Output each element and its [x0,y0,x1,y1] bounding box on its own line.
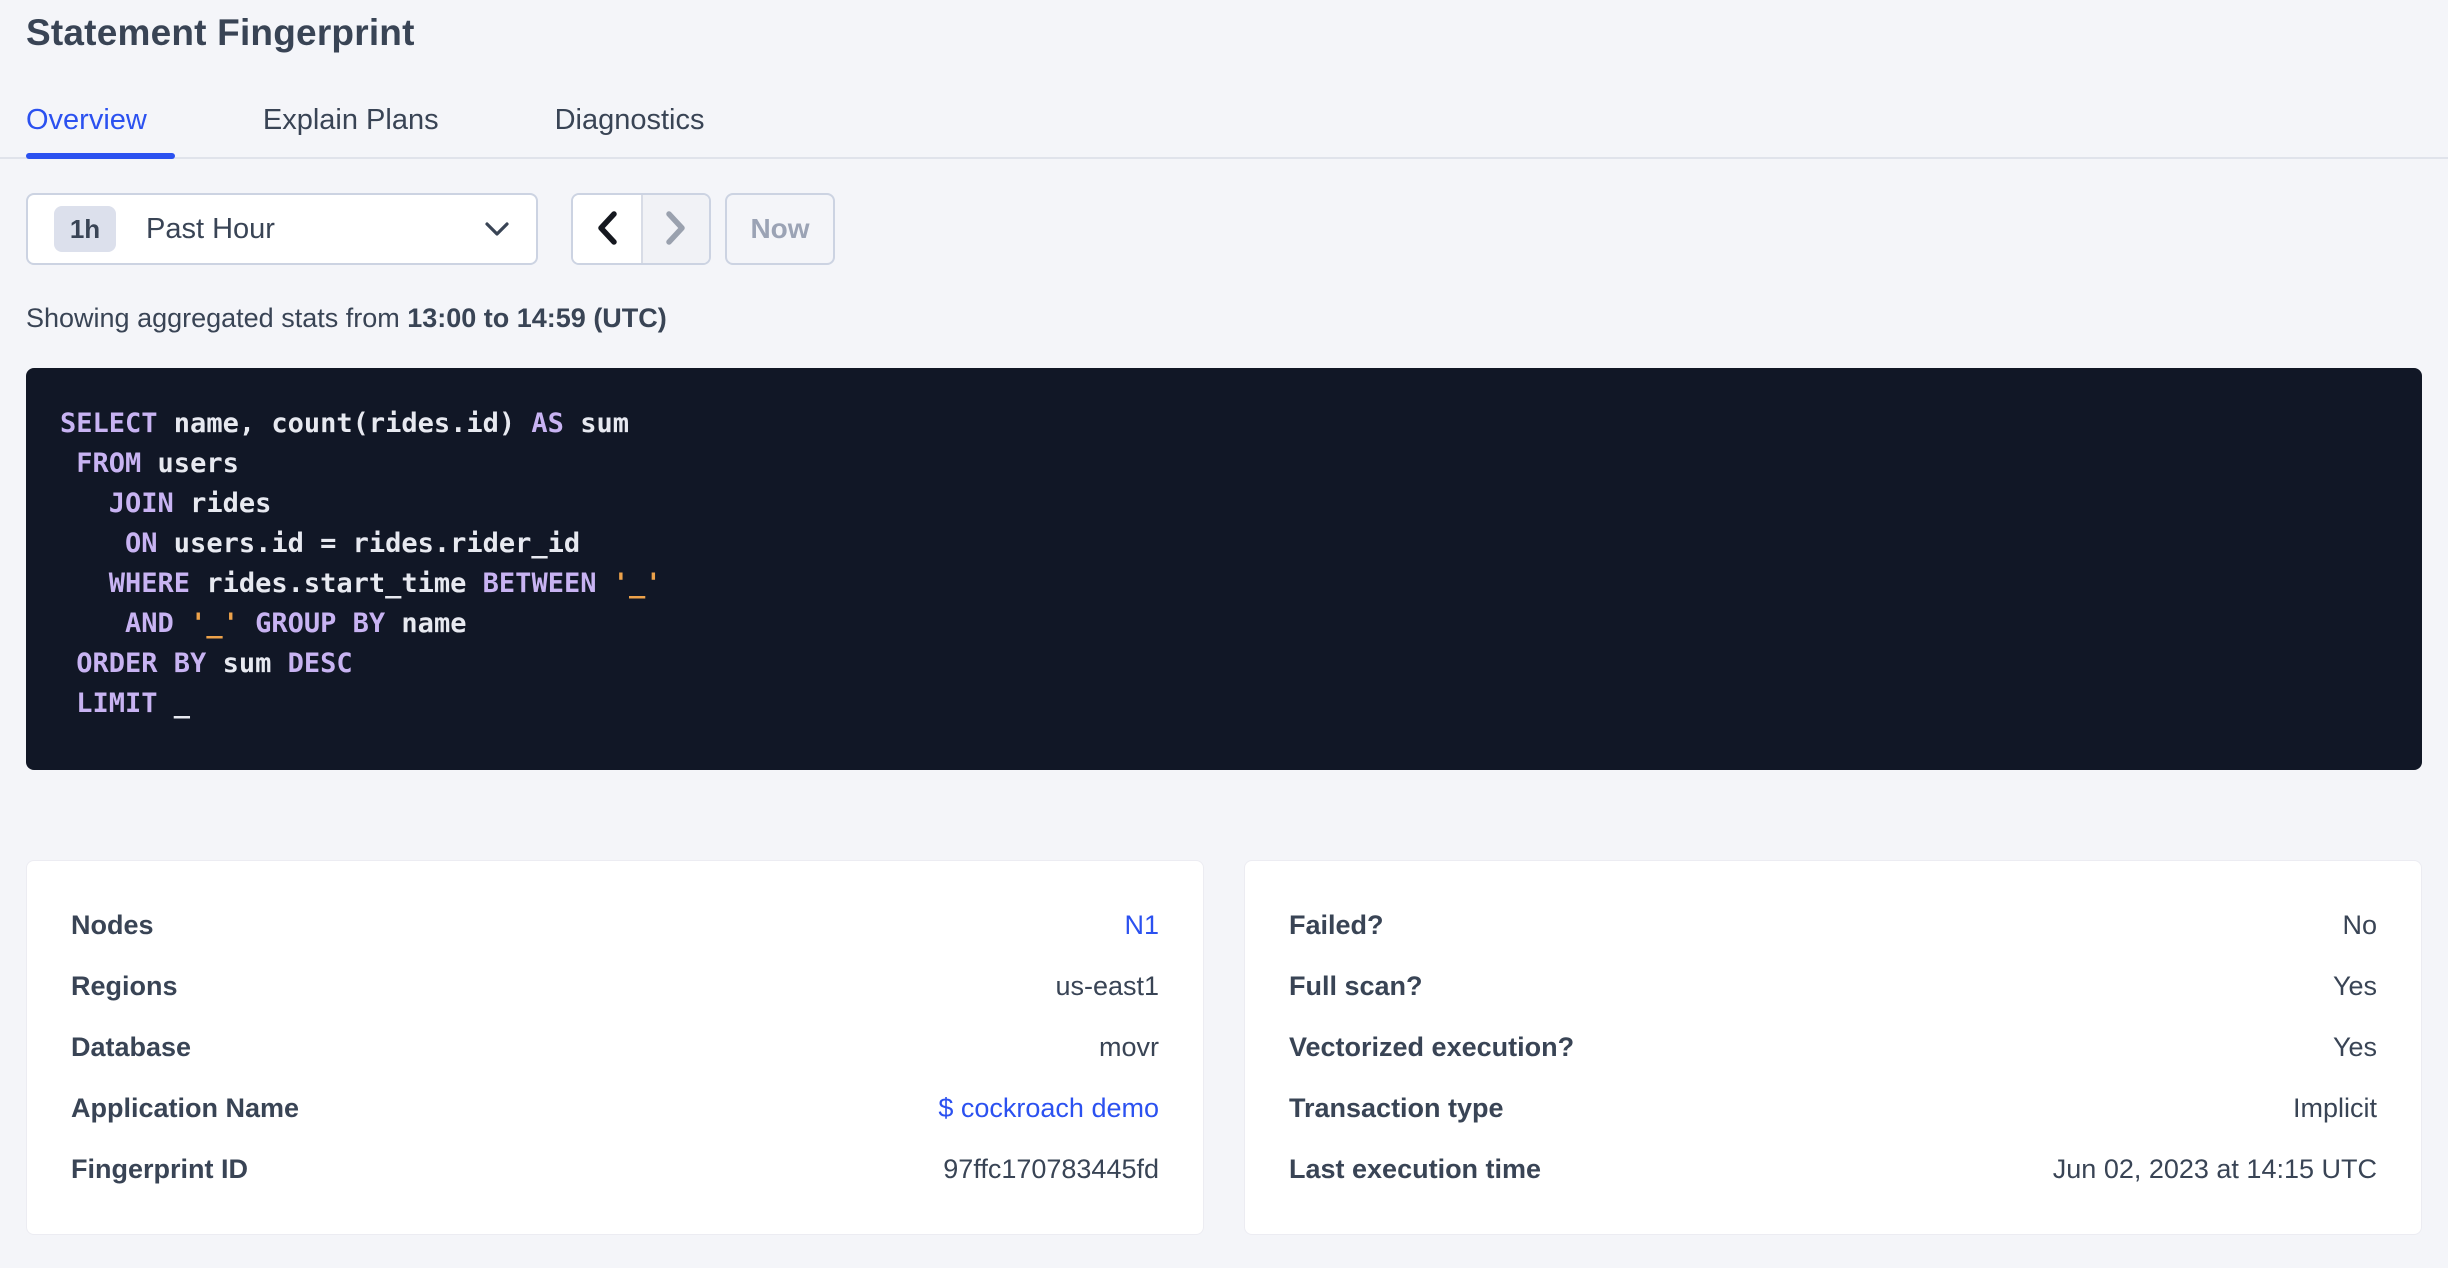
sql-keyword: AND [125,608,174,639]
sql-keyword: ORDER BY [76,648,207,679]
tab-diagnostics[interactable]: Diagnostics [555,104,733,157]
sql-keyword: AS [531,408,564,439]
detail-cards: Nodes N1 Regions us-east1 Database movr Applic… [26,860,2422,1235]
stat-value: us-east1 [1055,971,1159,1001]
sql-text: rides.start_time [190,568,483,599]
sql-text: sum [206,648,288,679]
stat-label: Vectorized execution? [1289,1032,1575,1062]
time-range-label: Past Hour [146,212,275,245]
stat-label: Failed? [1289,910,1384,940]
sql-line: FROM users [60,444,2388,484]
sql-text: users.id = rides.rider_id [157,528,581,559]
stat-value: movr [1099,1032,1159,1062]
sql-line: JOIN rides [60,484,2388,524]
sql-text: name [385,608,467,639]
sql-statement-box: SELECT name, count(rides.id) AS sum FROM… [26,368,2422,770]
stat-value: No [2342,910,2377,940]
stat-label: Transaction type [1289,1093,1504,1123]
sql-text: rides [173,488,272,519]
now-button[interactable]: Now [725,193,835,265]
aggregation-summary: Showing aggregated stats from 13:00 to 1… [26,303,2422,334]
stat-row: Transaction type Implicit [1289,1078,2377,1139]
stat-row: Vectorized execution? Yes [1289,1017,2377,1078]
stat-row: Fingerprint ID 97ffc170783445fd [71,1139,1159,1200]
aggregation-summary-range: 13:00 to 14:59 (UTC) [407,303,667,333]
sql-keyword: FROM [76,448,142,479]
sql-keyword: GROUP BY [255,608,386,639]
sql-keyword: ON [125,528,158,559]
sql-line: LIMIT _ [60,684,2388,724]
sql-keyword: JOIN [108,488,174,519]
stat-value: Yes [2332,1032,2377,1062]
chevron-left-icon [594,209,620,250]
stat-label: Last execution time [1289,1154,1542,1184]
chevron-down-icon [484,221,510,237]
stat-row: Regions us-east1 [71,956,1159,1017]
sql-text: name, count(rides.id) [157,408,532,439]
sql-line: ON users.id = rides.rider_id [60,524,2388,564]
tab-bar: Overview Explain Plans Diagnostics [0,104,2448,159]
stat-label: Regions [71,971,178,1001]
next-time-button[interactable] [641,195,709,263]
stat-value-link[interactable]: $ cockroach demo [938,1093,1159,1124]
time-picker-toolbar: 1h Past Hour Now [26,193,2422,265]
stat-label: Database [71,1032,192,1062]
prev-time-button[interactable] [573,195,641,263]
aggregation-summary-prefix: Showing aggregated stats from [26,303,408,333]
sql-keyword: BETWEEN [482,568,597,599]
stat-label: Nodes [71,910,154,940]
sql-keyword: LIMIT [76,688,158,719]
sql-line: ORDER BY sum DESC [60,644,2388,684]
tabs: Overview Explain Plans Diagnostics [26,104,2422,159]
sql-line: WHERE rides.start_time BETWEEN '_' [60,564,2388,604]
stat-label: Fingerprint ID [71,1154,248,1184]
stat-value: Jun 02, 2023 at 14:15 UTC [2052,1154,2377,1184]
sql-keyword: SELECT [60,408,158,439]
statement-details-card: Nodes N1 Regions us-east1 Database movr Applic… [26,860,1204,1235]
stat-row: Application Name $ cockroach demo [71,1078,1159,1139]
stat-row: Failed? No [1289,895,2377,956]
tab-explain-plans[interactable]: Explain Plans [263,104,467,157]
sql-text: sum [563,408,629,439]
sql-string: '_' [190,608,239,639]
stat-row: Nodes N1 [71,895,1159,956]
sql-line: AND '_' GROUP BY name [60,604,2388,644]
time-range-badge: 1h [54,206,116,252]
execution-attributes-card: Failed? No Full scan? Yes Vectorized executi… [1244,860,2422,1235]
sql-keyword: DESC [287,648,353,679]
sql-line: SELECT name, count(rides.id) AS sum [60,404,2388,444]
stat-row: Database movr [71,1017,1159,1078]
sql-text: _ [157,688,191,719]
time-nav-segmented-control [571,193,711,265]
tab-overview[interactable]: Overview [26,104,175,159]
stat-value: Implicit [2292,1093,2377,1123]
stat-value: Yes [2332,971,2377,1001]
sql-string: '_' [612,568,662,599]
stat-label: Full scan? [1289,971,1423,1001]
page-title: Statement Fingerprint [26,12,415,53]
sql-keyword: WHERE [108,568,191,599]
time-range-dropdown[interactable]: 1h Past Hour [26,193,538,265]
stat-value-link[interactable]: N1 [1124,910,1159,941]
stat-label: Application Name [71,1093,300,1123]
stat-value: 97ffc170783445fd [943,1154,1159,1184]
stat-row: Full scan? Yes [1289,956,2377,1017]
statement-fingerprint-page: { "page": { "title": "Statement Fingerpr… [0,12,2448,1268]
sql-text: users [141,448,239,479]
chevron-right-icon [663,209,689,250]
stat-row: Last execution time Jun 02, 2023 at 14:15… [1289,1139,2377,1200]
